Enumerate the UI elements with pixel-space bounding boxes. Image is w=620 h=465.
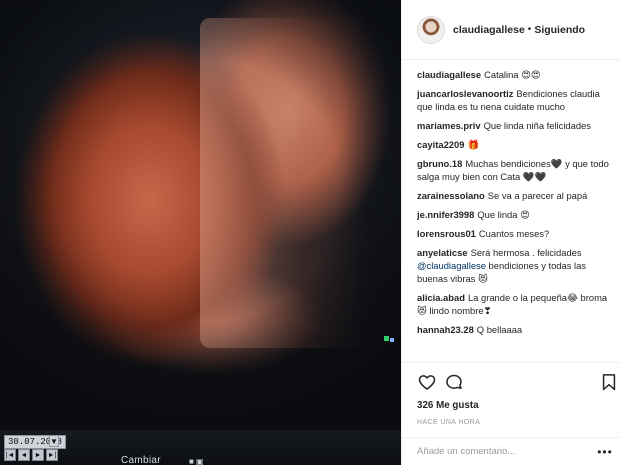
comment-username[interactable]: juancarloslevanoortiz <box>417 88 513 99</box>
monitor-prev-icon: ◄ <box>18 449 30 461</box>
comment-item: alicia.abad La grande o la pequeña😂 broma… <box>417 291 617 317</box>
add-comment-bar: Añade un comentario... ••• <box>402 437 620 465</box>
comment-username[interactable]: gbruno.18 <box>417 158 462 169</box>
comment-text: Que linda niña felicidades <box>483 120 591 131</box>
comment-username[interactable]: cayita2209 <box>417 139 464 150</box>
comment-username[interactable]: anyelaticse <box>417 247 468 258</box>
heart-icon[interactable] <box>417 372 437 392</box>
monitor-first-icon: |◄ <box>4 449 16 461</box>
comment-username[interactable]: je.nnifer3998 <box>417 209 474 220</box>
comment-username[interactable]: claudiagallese <box>417 69 481 80</box>
comment-input[interactable]: Añade un comentario... <box>417 446 593 457</box>
comment-icon[interactable] <box>444 372 464 392</box>
bookmark-icon[interactable] <box>599 372 619 392</box>
comment-item: lorensrous01 Cuantos meses? <box>417 227 617 240</box>
post-photo[interactable]: 30.07.2018 ▼ |◄ ◄ ► ►| Cambiar ■ ▣ <box>0 0 401 465</box>
post-actions <box>402 362 620 400</box>
comment-username[interactable]: mariames.priv <box>417 120 481 131</box>
more-options-icon[interactable]: ••• <box>593 445 617 459</box>
comment-item: cayita2209 🎁 <box>417 138 617 151</box>
photo-vignette <box>0 0 401 430</box>
header-username[interactable]: claudiagallese <box>453 24 525 36</box>
comment-text: Q bellaaaa <box>476 324 523 335</box>
comment-item: gbruno.18 Muchas bendiciones🖤 y que todo … <box>417 157 617 183</box>
comment-mention[interactable]: @claudiagallese <box>417 260 486 271</box>
monitor-mini-icons: ■ ▣ <box>189 457 204 465</box>
comment-item: hannah23.28 Q bellaaaa <box>417 323 617 336</box>
post-timestamp[interactable]: Hace una hora <box>417 419 480 426</box>
avatar[interactable] <box>417 15 445 44</box>
comment-item: zarainessolano Se va a parecer al papá <box>417 189 617 202</box>
monitor-cambiar-label: Cambiar <box>121 455 161 465</box>
monitor-last-icon: ►| <box>46 449 58 461</box>
comment-username[interactable]: alicia.abad <box>417 292 465 303</box>
monitor-next-icon: ► <box>32 449 44 461</box>
post-header: claudiagallese • Siguiendo <box>402 0 620 60</box>
likes-count[interactable]: 326 Me gusta <box>417 400 479 411</box>
comment-item: claudiagallese Catalina 😍😍 <box>417 68 617 81</box>
comment-text: 🎁 <box>467 139 480 150</box>
comment-item: mariames.priv Que linda niña felicidades <box>417 119 617 132</box>
comment-text: Cuantos meses? <box>478 228 550 239</box>
comment-item: anyelaticse Será hermosa . felicidades @c… <box>417 246 617 285</box>
monitor-indicator-icon <box>384 336 394 342</box>
comment-item: juancarloslevanoortiz Bendiciones claudia… <box>417 87 617 113</box>
comment-item: je.nnifer3998 Que linda 😍 <box>417 208 617 221</box>
monitor-date-arrow-icon: ▼ <box>49 435 59 447</box>
following-button[interactable]: Siguiendo <box>534 24 585 36</box>
comment-username[interactable]: zarainessolano <box>417 190 485 201</box>
comment-text: Se va a parecer al papá <box>487 190 588 201</box>
header-separator: • <box>527 24 532 35</box>
comment-text: Que linda 😍 <box>477 209 530 220</box>
comment-username[interactable]: hannah23.28 <box>417 324 474 335</box>
comment-text: Será hermosa . felicidades <box>470 247 582 258</box>
post-side-panel: claudiagallese • Siguiendo claudiagalles… <box>401 0 620 465</box>
monitor-nav-buttons: |◄ ◄ ► ►| <box>4 449 58 461</box>
comment-username[interactable]: lorensrous01 <box>417 228 476 239</box>
comments-list: claudiagallese Catalina 😍😍 juancarlosleva… <box>417 68 617 360</box>
comment-text: Catalina 😍😍 <box>484 69 541 80</box>
